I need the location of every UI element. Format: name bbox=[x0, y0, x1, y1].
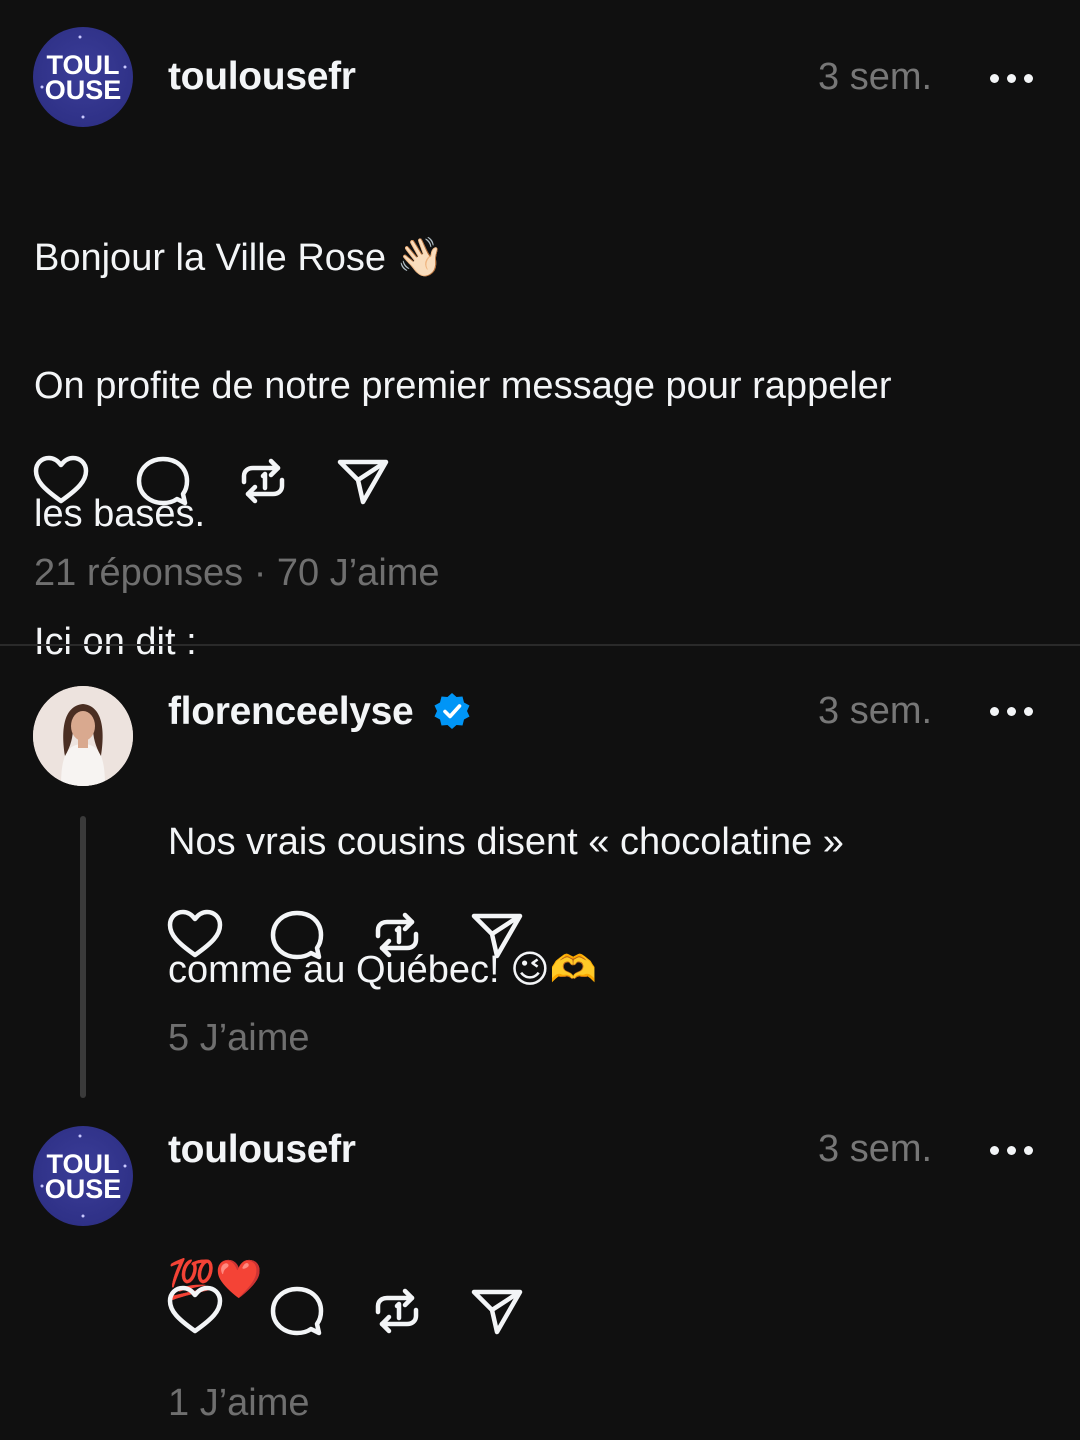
heart-icon bbox=[167, 1285, 223, 1334]
share-button[interactable] bbox=[334, 452, 392, 510]
toulouse-logo-icon: TOUL OUSE bbox=[40, 1134, 127, 1218]
username[interactable]: toulousefr bbox=[168, 55, 356, 99]
more-icon[interactable] bbox=[990, 1144, 1036, 1156]
more-icon[interactable] bbox=[990, 72, 1036, 84]
repost-icon bbox=[375, 1288, 419, 1334]
repost-icon bbox=[375, 912, 419, 958]
profile-photo bbox=[33, 686, 133, 786]
comment-icon bbox=[270, 1286, 324, 1336]
avatar-toulousefr[interactable]: TOUL OUSE bbox=[33, 27, 133, 127]
username-text[interactable]: florenceelyse bbox=[168, 690, 414, 733]
repost-button[interactable] bbox=[368, 1282, 426, 1340]
comment-button[interactable] bbox=[134, 452, 192, 510]
action-bar bbox=[32, 452, 392, 508]
verified-badge-icon bbox=[434, 692, 470, 729]
reply-florenceelyse: florenceelyse 3 sem. Nos vrais cousins d… bbox=[0, 646, 1080, 1106]
like-button[interactable] bbox=[166, 906, 224, 964]
repost-button[interactable] bbox=[234, 452, 292, 510]
post-line: On profite de notre premier message pour… bbox=[34, 365, 892, 407]
share-button[interactable] bbox=[468, 1282, 526, 1340]
more-icon[interactable] bbox=[990, 705, 1036, 717]
thread-line bbox=[80, 816, 86, 1098]
post-time: 3 sem. bbox=[818, 56, 933, 98]
avatar-toulousefr[interactable]: TOUL OUSE bbox=[33, 1126, 133, 1226]
comment-button[interactable] bbox=[268, 906, 326, 964]
post-text: 💯❤️ bbox=[168, 1184, 263, 1376]
like-button[interactable] bbox=[166, 1282, 224, 1340]
action-bar bbox=[166, 1282, 526, 1338]
share-icon bbox=[471, 913, 523, 959]
post-stats[interactable]: 5 J’aime bbox=[168, 1017, 310, 1060]
repost-button[interactable] bbox=[368, 906, 426, 964]
comment-icon bbox=[270, 910, 324, 960]
like-button[interactable] bbox=[32, 452, 90, 510]
post-time: 3 sem. bbox=[818, 1128, 933, 1170]
post-stats[interactable]: 21 réponses · 70 J’aime bbox=[34, 552, 440, 595]
toulouse-logo-icon: TOUL OUSE bbox=[40, 35, 127, 119]
post-toulousefr: TOUL OUSE toulousefr 3 sem. Bonjour la V… bbox=[0, 0, 1080, 663]
share-icon bbox=[471, 1289, 523, 1335]
post-stats[interactable]: 1 J’aime bbox=[168, 1382, 310, 1425]
post-line: Bonjour la Ville Rose 👋🏻 bbox=[34, 237, 444, 279]
logo-text-bottom: OUSE bbox=[45, 1174, 122, 1204]
share-icon bbox=[337, 459, 389, 505]
repost-icon bbox=[241, 458, 285, 504]
username[interactable]: florenceelyse bbox=[168, 690, 472, 734]
heart-icon bbox=[167, 909, 223, 958]
logo-text-bottom: OUSE bbox=[45, 75, 122, 105]
comment-button[interactable] bbox=[268, 1282, 326, 1340]
username[interactable]: toulousefr bbox=[168, 1128, 356, 1172]
share-button[interactable] bbox=[468, 906, 526, 964]
avatar-florenceelyse[interactable] bbox=[33, 686, 133, 786]
post-line: Nos vrais cousins disent « chocolatine » bbox=[168, 821, 844, 863]
action-bar bbox=[166, 906, 526, 962]
reply-toulousefr: TOUL OUSE toulousefr 3 sem. 💯❤️ 1 J’aime bbox=[0, 1106, 1080, 1440]
post-time: 3 sem. bbox=[818, 690, 933, 732]
heart-icon bbox=[33, 455, 89, 504]
comment-icon bbox=[136, 456, 190, 506]
